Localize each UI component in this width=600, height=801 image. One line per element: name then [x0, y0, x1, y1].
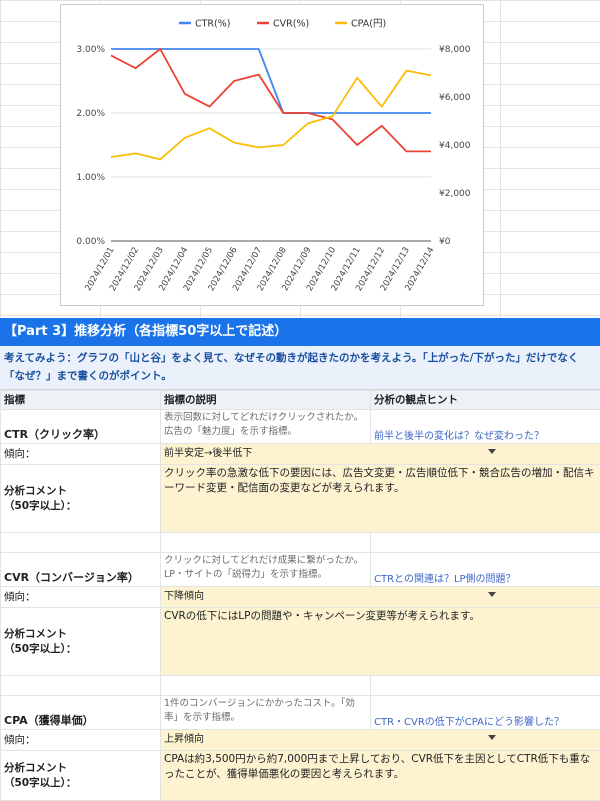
- metric-name-cpa[interactable]: CPA（獲得単価）: [1, 696, 161, 730]
- trend-label-cvr: 傾向：: [1, 587, 161, 608]
- comment-label-note: （50字以上）：: [4, 500, 76, 512]
- dropdown-arrow-icon[interactable]: [488, 449, 496, 454]
- column-header-hint[interactable]: 分析の観点ヒント: [371, 391, 600, 410]
- comment-label-note: （50字以上）：: [4, 777, 76, 789]
- trend-label-ctr: 傾向：: [1, 444, 161, 465]
- comment-label-cvr: 分析コメント （50字以上）：: [1, 608, 161, 676]
- metric-hint-ctr[interactable]: 前半と後半の変化は？なぜ変わった？: [371, 410, 600, 444]
- y-left-tick-label: 0.00%: [76, 237, 105, 247]
- trend-row-cpa: 傾向： 上昇傾向: [1, 730, 600, 751]
- legend-label: CVR(%): [273, 19, 309, 30]
- metric-description-cpa[interactable]: 1件のコンバージョンにかかったコスト。「効率」を示す指標。: [161, 696, 371, 730]
- trend-select-cvr[interactable]: 下降傾向: [161, 587, 600, 608]
- comment-row-cvr: 分析コメント（50字以上）： CVRの低下にはLPの問題や・キャンペーン変更等が…: [1, 608, 600, 658]
- series-line-cvr: [111, 49, 431, 151]
- trend-row-cvr: 傾向： 下降傾向: [1, 587, 600, 608]
- y-left-tick-label: 2.00%: [76, 109, 105, 119]
- comment-label-note: （50字以上）：: [4, 643, 76, 655]
- y-right-tick-label: ¥8,000: [439, 45, 471, 55]
- metric-description-cvr[interactable]: クリックに対してどれだけ成果に繋がったか。LP・サイトの「説得力」を示す指標。: [161, 553, 371, 587]
- column-header-row: 指標 指標の説明 分析の観点ヒント: [1, 391, 600, 410]
- trend-chart[interactable]: 0.00% 1.00% 2.00% 3.00% ¥0 ¥2,000 ¥4,000 ¥6,000…: [60, 4, 484, 306]
- metric-description-ctr[interactable]: 表示回数に対してどれだけクリックされたか。広告の「魅力度」を示す指標。: [161, 410, 371, 444]
- spacer-row: [1, 533, 600, 553]
- comment-row-cpa: 分析コメント （50字以上）： CPAは約3,500円から約7,000円まで上昇し…: [1, 751, 600, 801]
- trend-select-cpa[interactable]: 上昇傾向: [161, 730, 600, 751]
- y-right-tick-label: ¥6,000: [439, 93, 471, 103]
- comment-label-cpa: 分析コメント （50字以上）：: [1, 751, 161, 801]
- y-left-tick-label: 3.00%: [76, 45, 105, 55]
- metric-row-ctr: CTR（クリック率） 表示回数に対してどれだけクリックされたか。広告の「魅力度」…: [1, 410, 600, 444]
- comment-cell-ctr[interactable]: クリック率の急激な低下の要因には、広告文変更・広告順位低下・競合広告の増加・配信…: [161, 465, 600, 533]
- y-right-tick-label: ¥0: [439, 237, 451, 247]
- dropdown-arrow-icon[interactable]: [488, 592, 496, 597]
- metric-hint-cpa[interactable]: CTR・CVRの低下がCPAにどう影響した？: [371, 696, 600, 730]
- section-intro: 考えてみよう：グラフの「山と谷」をよく見て、なぜその動きが起きたのかを考えよう。…: [0, 346, 600, 390]
- comment-row-ctr: 分析コメント（50字以上）： クリック率の急激な低下の要因には、広告文変更・広告…: [1, 465, 600, 515]
- metric-hint-cvr[interactable]: CTRとの関連は？LP側の問題？: [371, 553, 600, 587]
- chart-svg: 0.00% 1.00% 2.00% 3.00% ¥0 ¥2,000 ¥4,000 ¥6,000…: [61, 5, 483, 305]
- dropdown-arrow-icon[interactable]: [488, 735, 496, 740]
- metric-name-ctr[interactable]: CTR（クリック率）: [1, 410, 161, 444]
- analysis-table: 指標 指標の説明 分析の観点ヒント CTR（クリック率） 表示回数に対してどれだ…: [0, 390, 600, 801]
- legend-label: CTR(%): [195, 19, 230, 30]
- metric-name-cvr[interactable]: CVR（コンバージョン率）: [1, 553, 161, 587]
- series-line-cpa: [111, 71, 431, 160]
- comment-label-text: 分析コメント: [4, 485, 67, 497]
- comment-cell-cvr[interactable]: CVRの低下にはLPの問題や・キャンペーン変更等が考えられます。: [161, 608, 600, 676]
- comment-cell-cpa[interactable]: CPAは約3,500円から約7,000円まで上昇しており、CVR低下を主因として…: [161, 751, 600, 801]
- column-header-description[interactable]: 指標の説明: [161, 391, 371, 410]
- trend-value-ctr: 前半安定→後半低下: [164, 448, 252, 459]
- comment-label-ctr: 分析コメント （50字以上）：: [1, 465, 161, 533]
- section-title: 【Part 3】推移分析（各指標50字以上で記述）: [0, 318, 600, 346]
- y-right-tick-label: ¥2,000: [439, 189, 471, 199]
- y-left-tick-label: 1.00%: [76, 173, 105, 183]
- spacer-row: [1, 676, 600, 696]
- column-header-indicator[interactable]: 指標: [1, 391, 161, 410]
- trend-label-cpa: 傾向：: [1, 730, 161, 751]
- trend-value-cvr: 下降傾向: [164, 591, 204, 602]
- comment-label-text: 分析コメント: [4, 762, 67, 774]
- trend-value-cpa: 上昇傾向: [164, 734, 204, 745]
- trend-select-ctr[interactable]: 前半安定→後半低下: [161, 444, 600, 465]
- metric-row-cvr: CVR（コンバージョン率） クリックに対してどれだけ成果に繋がったか。LP・サイ…: [1, 553, 600, 587]
- legend-label: CPA(円): [351, 19, 386, 30]
- metric-row-cpa: CPA（獲得単価） 1件のコンバージョンにかかったコスト。「効率」を示す指標。 …: [1, 696, 600, 730]
- comment-label-text: 分析コメント: [4, 628, 67, 640]
- trend-row-ctr: 傾向： 前半安定→後半低下: [1, 444, 600, 465]
- y-right-tick-label: ¥4,000: [439, 141, 471, 151]
